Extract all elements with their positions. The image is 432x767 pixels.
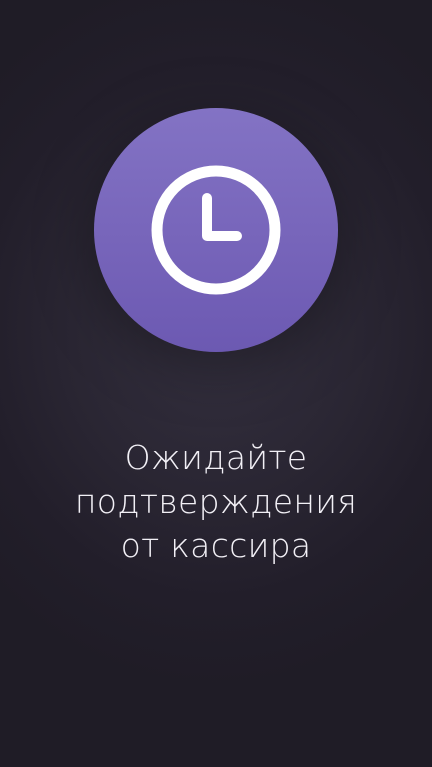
- waiting-confirmation-screen: Ожидайте подтверждения от кассира: [0, 0, 432, 767]
- message-line-1: Ожидайте: [124, 438, 308, 477]
- status-circle: [94, 108, 338, 352]
- clock-icon: [151, 165, 281, 295]
- message-line-3: от кассира: [120, 526, 312, 565]
- message-line-2: подтверждения: [74, 482, 358, 521]
- waiting-message: Ожидайте подтверждения от кассира: [0, 436, 432, 568]
